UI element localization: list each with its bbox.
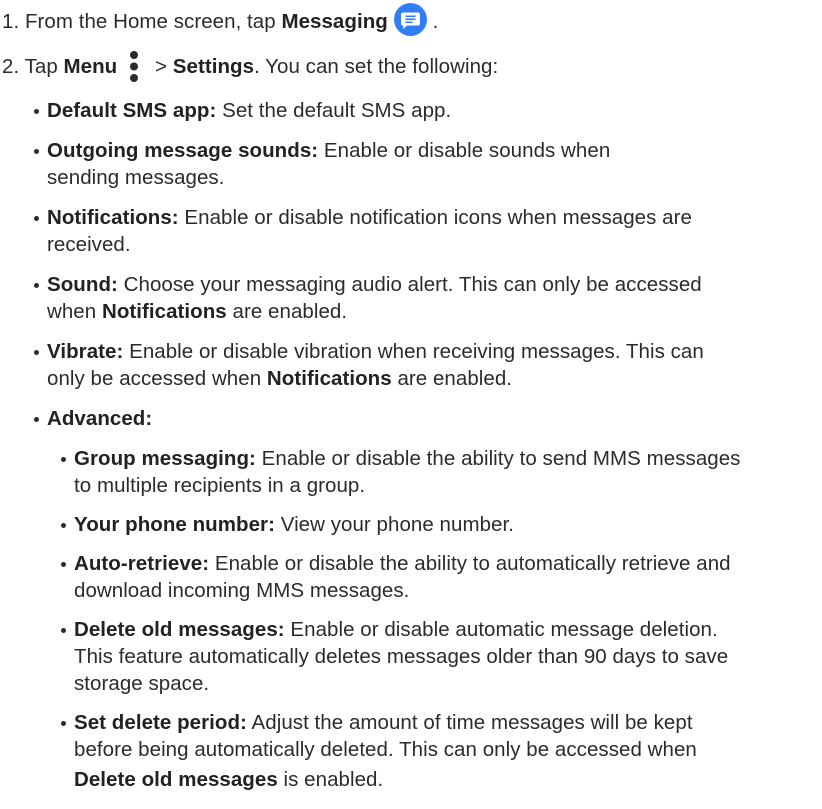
- list-item-group-messaging: Group messaging: Enable or disable the a…: [61, 445, 822, 499]
- step-2-prefix: 2. Tap: [2, 55, 64, 78]
- setting-description: Set the default SMS app.: [216, 99, 452, 122]
- list-item-vibrate: Vibrate: Enable or disable vibration whe…: [34, 338, 822, 392]
- list-item-auto-retrieve: Auto-retrieve: Enable or disable the abi…: [61, 550, 822, 604]
- messaging-app-icon: [393, 3, 427, 36]
- setting-description-line-3: is enabled.: [277, 768, 384, 791]
- more-vertical-icon: [127, 50, 141, 83]
- setting-label: Auto-retrieve:: [74, 552, 210, 575]
- setting-label: Notifications:: [47, 206, 179, 229]
- step-1-suffix: .: [426, 10, 439, 33]
- setting-label: Vibrate:: [47, 340, 124, 363]
- setting-label: Default SMS app:: [47, 99, 217, 122]
- setting-label: Set delete period:: [74, 711, 247, 734]
- setting-description: Enable or disable vibration when receivi…: [123, 340, 704, 363]
- setting-description-line-2: sending messages.: [47, 166, 225, 189]
- setting-description: View your phone number.: [274, 513, 514, 536]
- setting-description-line-2: to multiple recipients in a group.: [74, 474, 366, 497]
- list-item-default-sms-app: Default SMS app: Set the default SMS app…: [34, 97, 822, 124]
- list-item-outgoing-message-sounds: Outgoing message sounds: Enable or disab…: [34, 137, 822, 191]
- step-1-prefix: 1. From the Home screen, tap: [2, 10, 282, 33]
- step-2-settings-label: Settings: [172, 55, 255, 78]
- setting-description: Enable or disable notification icons whe…: [178, 206, 692, 229]
- step-1-messaging-label: Messaging: [281, 10, 388, 33]
- setting-description: Enable or disable automatic message dele…: [284, 618, 718, 641]
- setting-description-line-2: received.: [47, 233, 131, 256]
- setting-label: Delete old messages:: [74, 618, 285, 641]
- instructions-document: 1. From the Home screen, tap Messaging .…: [0, 0, 822, 809]
- step-2-separator: >: [149, 55, 173, 78]
- step-2: 2. Tap Menu > Settings. You can set the …: [0, 50, 822, 83]
- step-2-menu-label: Menu: [63, 55, 118, 78]
- setting-description-line-2-end: are enabled.: [226, 300, 348, 323]
- setting-description: Enable or disable sounds when: [318, 139, 611, 162]
- setting-description: Choose your messaging audio alert. This …: [117, 273, 702, 296]
- setting-description-line-2: This feature automatically deletes messa…: [74, 645, 729, 668]
- setting-description-line-2-end: are enabled.: [391, 367, 513, 390]
- notifications-reference: Notifications: [101, 300, 227, 323]
- advanced-settings-list: Group messaging: Enable or disable the a…: [61, 445, 822, 796]
- setting-description-line-3: storage space.: [74, 672, 210, 695]
- list-item-delete-old-messages: Delete old messages: Enable or disable a…: [61, 616, 822, 697]
- list-item-your-phone-number: Your phone number: View your phone numbe…: [61, 511, 822, 538]
- setting-description-line-2: download incoming MMS messages.: [74, 579, 410, 602]
- list-item-notifications: Notifications: Enable or disable notific…: [34, 204, 822, 258]
- setting-label: Your phone number:: [74, 513, 275, 536]
- setting-label: Outgoing message sounds:: [47, 139, 319, 162]
- list-item-advanced: Advanced: Group messaging: Enable or dis…: [34, 405, 822, 796]
- setting-description: Enable or disable the ability to automat…: [209, 552, 731, 575]
- notifications-reference: Notifications: [266, 367, 392, 390]
- setting-description: Adjust the amount of time messages will …: [246, 711, 693, 734]
- delete-old-messages-reference: Delete old messages: [74, 768, 278, 791]
- step-1: 1. From the Home screen, tap Messaging .: [0, 3, 822, 36]
- setting-description: Enable or disable the ability to send MM…: [255, 447, 741, 470]
- settings-list: Default SMS app: Set the default SMS app…: [34, 97, 822, 796]
- setting-label: Group messaging:: [74, 447, 256, 470]
- setting-description-line-2: only be accessed when: [47, 367, 267, 390]
- list-item-sound: Sound: Choose your messaging audio alert…: [34, 271, 822, 325]
- setting-label: Advanced:: [47, 407, 153, 430]
- setting-description-line-2: when: [47, 300, 102, 323]
- list-item-set-delete-period: Set delete period: Adjust the amount of …: [61, 709, 822, 796]
- setting-label: Sound:: [47, 273, 118, 296]
- step-2-suffix: . You can set the following:: [254, 55, 499, 78]
